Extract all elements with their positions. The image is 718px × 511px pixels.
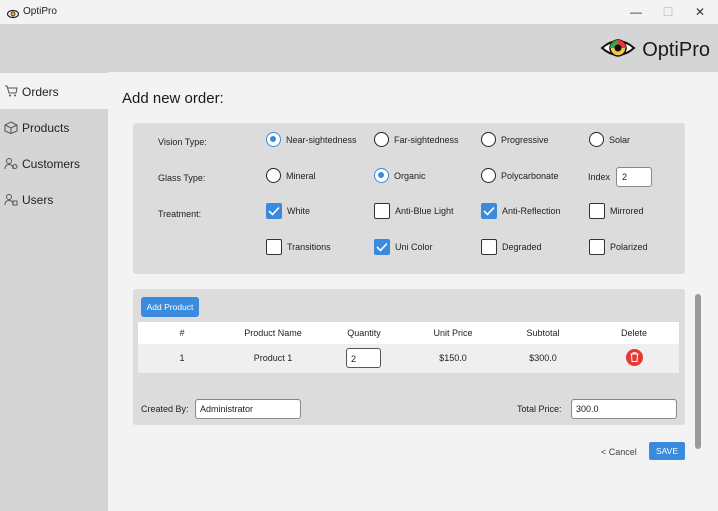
radio-button[interactable] [266,168,281,183]
vertical-scrollbar[interactable] [695,294,701,449]
maximize-button[interactable]: ☐ [652,0,684,24]
created-by-label: Created By: [141,404,189,414]
checkbox[interactable] [481,203,497,219]
radio-label: Progressive [501,134,549,145]
created-by-input[interactable]: Administrator [195,399,301,419]
app-header: OptiPro [0,24,718,72]
row-number: 1 [179,353,185,363]
vision-type-label: Vision Type: [158,137,207,147]
sidebar-item-label: Users [22,193,54,207]
index-label: Index [588,172,611,182]
vision-radio-near-sightedness[interactable]: Near-sightedness [266,132,357,147]
checkbox-label: Degraded [502,242,542,252]
radio-button[interactable] [374,132,389,147]
sidebar-item-customers[interactable]: Customers [0,145,108,181]
radio-button[interactable] [589,132,604,147]
eye-logo-icon [6,6,20,24]
treatment-label: Treatment: [158,209,202,219]
page-title: Add new order: [122,90,224,107]
products-table: # Product Name Quantity Unit Price Subto… [138,322,679,373]
checkbox[interactable] [589,203,605,219]
column-header: # [179,328,185,338]
vision-radio-progressive[interactable]: Progressive [481,132,549,147]
delete-row-button[interactable] [626,349,643,366]
checkbox-label: Anti-Reflection [502,206,561,216]
trash-icon [630,349,639,367]
sidebar-item-label: Customers [22,157,81,171]
customers-icon [4,157,18,173]
add-product-button[interactable]: Add Product [141,297,199,317]
brand-name: OptiPro [642,39,710,61]
index-input[interactable]: 2 [616,167,652,187]
checkbox-label: Mirrored [610,206,644,216]
treatment-check-anti-blue-light[interactable]: Anti-Blue Light [374,203,454,219]
product-name: Product 1 [253,353,293,363]
vision-radio-far-sightedness[interactable]: Far-sightedness [374,132,459,147]
sidebar-item-users[interactable]: Users [0,181,108,217]
column-header: Quantity [347,328,381,338]
column-header: Subtotal [526,328,560,338]
checkbox-label: Anti-Blue Light [395,206,454,216]
sidebar-item-orders[interactable]: Orders [0,73,108,109]
checkbox-label: Uni Color [395,242,433,252]
column-header: Unit Price [433,328,473,338]
glass-radio-polycarbonate[interactable]: Polycarbonate [481,168,559,183]
window-title: OptiPro [23,6,57,17]
unit-price: $150.0 [439,353,467,363]
sidebar-item-products[interactable]: Products [0,109,108,145]
treatment-check-degraded[interactable]: Degraded [481,239,542,255]
checkbox-label: Polarized [610,242,648,252]
glass-radio-organic[interactable]: Organic [374,168,426,183]
users-icon [4,193,18,209]
sidebar-item-label: Orders [22,85,59,99]
radio-button[interactable] [266,132,281,147]
treatment-check-uni-color[interactable]: Uni Color [374,239,433,255]
radio-label: Organic [394,170,426,181]
treatment-check-transitions[interactable]: Transitions [266,239,331,255]
checkbox-label: Transitions [287,242,331,252]
glass-radio-mineral[interactable]: Mineral [266,168,316,183]
subtotal: $300.0 [529,353,557,363]
radio-button[interactable] [374,168,389,183]
glass-type-label: Glass Type: [158,173,206,183]
column-header: Delete [620,328,647,338]
vision-radio-solar[interactable]: Solar [589,132,630,147]
radio-label: Far-sightedness [394,134,459,145]
treatment-check-polarized[interactable]: Polarized [589,239,648,255]
treatment-check-anti-reflection[interactable]: Anti-Reflection [481,203,561,219]
table-header: # Product Name Quantity Unit Price Subto… [138,322,679,344]
brand: OptiPro [600,35,710,66]
cart-icon [4,85,18,100]
checkbox[interactable] [374,203,390,219]
total-price-label: Total Price: [517,404,562,414]
box-icon [4,121,18,137]
radio-label: Polycarbonate [501,170,559,181]
checkbox[interactable] [589,239,605,255]
save-button[interactable]: SAVE [649,442,685,460]
radio-button[interactable] [481,132,496,147]
quantity-input[interactable]: 2 [346,348,381,368]
table-row: 1 Product 1 2 $150.0 $300.0 [138,344,679,373]
checkbox[interactable] [481,239,497,255]
radio-label: Mineral [286,170,316,181]
radio-button[interactable] [481,168,496,183]
minimize-button[interactable]: — [620,0,652,24]
sidebar-item-label: Products [22,121,70,135]
radio-label: Near-sightedness [286,134,357,145]
close-button[interactable]: ✕ [684,0,716,24]
treatment-check-mirrored[interactable]: Mirrored [589,203,644,219]
cancel-button[interactable]: < Cancel [601,447,637,457]
sidebar: Orders Products Customers Users [0,72,108,511]
radio-label: Solar [609,134,631,145]
checkbox-label: White [287,206,311,216]
treatment-check-white[interactable]: White [266,203,310,219]
title-bar: OptiPro — ☐ ✕ [0,0,718,24]
total-price-input[interactable]: 300.0 [571,399,677,419]
column-header: Product Name [244,328,302,338]
checkbox[interactable] [374,239,390,255]
optipro-logo-icon [600,35,636,66]
checkbox[interactable] [266,203,282,219]
checkbox[interactable] [266,239,282,255]
